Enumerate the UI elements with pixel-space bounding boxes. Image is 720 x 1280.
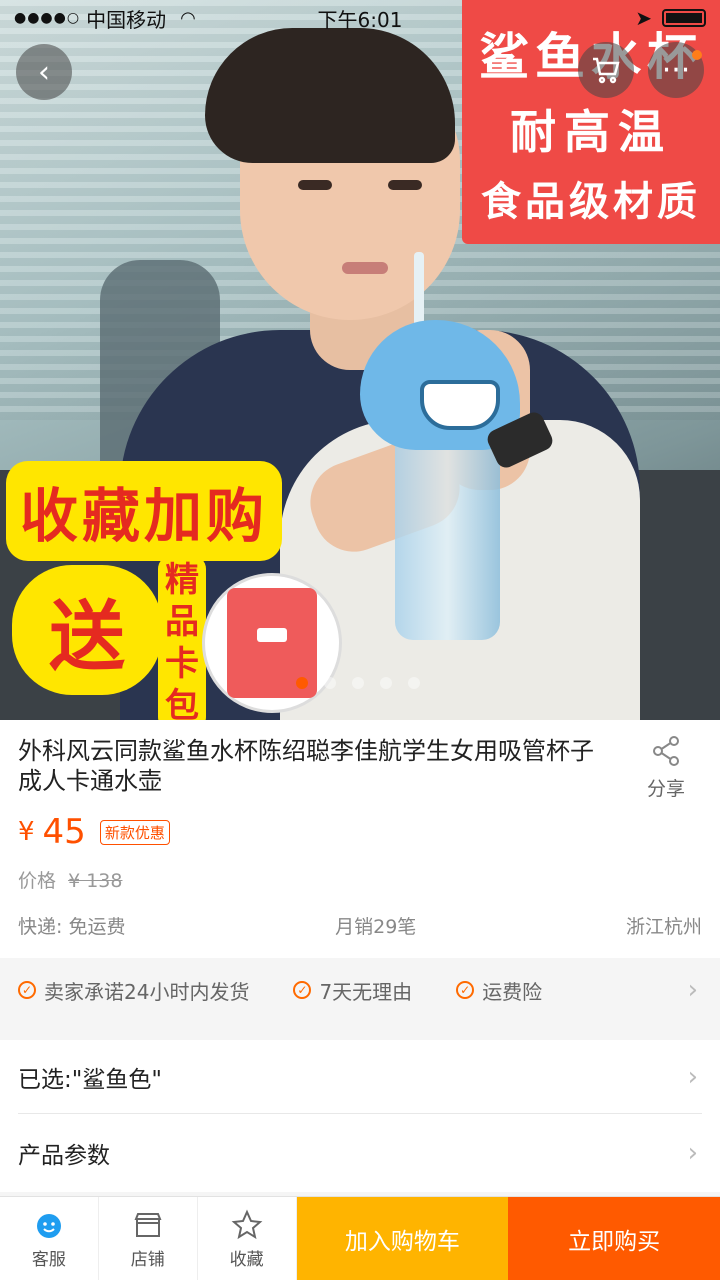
pager-dot xyxy=(296,677,308,689)
service-label: 7天无理由 xyxy=(319,979,413,1004)
service-label: 运费险 xyxy=(482,979,543,1004)
more-button[interactable]: ··· xyxy=(648,42,704,98)
promo-collect-text: 收藏加购 xyxy=(6,461,283,561)
more-dots-icon: ··· xyxy=(661,52,691,88)
hair xyxy=(205,28,455,163)
chevron-right-icon: › xyxy=(687,1061,698,1092)
wallet-image xyxy=(202,573,342,713)
shark-mouth xyxy=(420,380,500,430)
share-icon xyxy=(653,736,679,766)
promo-banner-top: 鲨鱼水杯 耐高温 食品级材质 xyxy=(462,0,720,244)
pager-dot xyxy=(408,677,420,689)
battery-icon xyxy=(662,9,706,27)
mouth xyxy=(342,262,388,274)
ship-location: 浙江杭州 xyxy=(625,916,702,938)
check-circle-icon: ✓ xyxy=(18,981,36,999)
service-guarantees[interactable]: ✓ 卖家承诺24小时内发货 ✓ 7天无理由 ✓ 运费险 › xyxy=(0,958,720,1022)
check-circle-icon: ✓ xyxy=(293,981,312,999)
back-button[interactable]: ‹ xyxy=(16,44,72,100)
star-icon xyxy=(231,1209,263,1239)
status-right: ➤ xyxy=(635,0,706,36)
service-item: ✓ 7天无理由 xyxy=(293,976,412,1005)
favorite-label: 收藏 xyxy=(229,1249,264,1270)
chevron-right-icon: › xyxy=(687,975,698,1005)
currency-symbol: ¥ xyxy=(18,817,35,847)
chevron-right-icon: › xyxy=(687,1138,698,1168)
eye xyxy=(298,180,332,190)
price: 45 xyxy=(42,812,86,852)
original-price-label: 价格 xyxy=(18,870,57,892)
shop-icon xyxy=(134,1212,162,1237)
product-title: 外科风云同款鲨鱼水杯陈绍聪李佳航学生女用吸管杯子成人卡通水壶 xyxy=(18,737,594,795)
service-label: 卖家承诺24小时内发货 xyxy=(44,979,250,1004)
selected-variant-row[interactable]: 已选:"鲨鱼色" › xyxy=(18,1040,702,1114)
price-row: ¥ 45 新款优惠 xyxy=(18,812,170,852)
shop-button[interactable]: 店铺 xyxy=(99,1197,198,1280)
promo-card-text: 精品卡包 xyxy=(158,555,206,720)
customer-service-icon xyxy=(36,1213,61,1238)
original-price-row: 价格 ¥ 138 xyxy=(18,866,122,893)
customer-service-button[interactable]: 客服 xyxy=(0,1197,99,1280)
eye xyxy=(388,180,422,190)
status-bar: ●●●●○ 中国移动 ◠ 下午6:01 ➤ xyxy=(0,0,720,36)
selected-variant: 已选:"鲨鱼色" xyxy=(18,1066,162,1093)
pager-dot xyxy=(352,677,364,689)
pager-dot xyxy=(324,677,336,689)
favorite-button[interactable]: 收藏 xyxy=(198,1197,297,1280)
product-params-label: 产品参数 xyxy=(18,1143,110,1169)
product-meta: 快递: 免运费 月销29笔 浙江杭州 xyxy=(18,912,702,939)
share-button[interactable]: 分享 xyxy=(636,734,696,801)
service-item: ✓ 运费险 xyxy=(456,976,542,1005)
signal-icon: ●●●●○ xyxy=(14,10,81,26)
location-arrow-icon: ➤ xyxy=(635,6,652,30)
cart-icon xyxy=(593,57,620,84)
shop-label: 店铺 xyxy=(130,1249,165,1270)
share-label: 分享 xyxy=(646,778,685,800)
service-item: ✓ 卖家承诺24小时内发货 xyxy=(18,976,249,1005)
product-params-row[interactable]: 产品参数 › xyxy=(18,1116,702,1190)
bottom-action-bar: 客服 店铺 收藏 加入购物车 立即购买 xyxy=(0,1196,720,1280)
image-pager xyxy=(296,677,420,689)
chevron-left-icon: ‹ xyxy=(38,54,50,90)
options-section: 已选:"鲨鱼色" › 产品参数 › xyxy=(0,1040,720,1192)
bottle xyxy=(395,420,500,640)
product-image[interactable]: 鲨鱼水杯 耐高温 食品级材质 收藏加购 送 精品卡包 xyxy=(0,0,720,720)
promo-line: 耐高温 xyxy=(510,104,672,159)
wifi-icon: ◠ xyxy=(180,7,196,29)
promo-line: 食品级材质 xyxy=(481,177,701,225)
monthly-sales: 月销29笔 xyxy=(335,916,417,938)
buy-now-button[interactable]: 立即购买 xyxy=(508,1197,720,1280)
original-price: ¥ 138 xyxy=(68,870,123,892)
pager-dot xyxy=(380,677,392,689)
promo-tag: 新款优惠 xyxy=(99,819,170,845)
cart-button[interactable] xyxy=(578,42,634,98)
promo-gift-text: 送 xyxy=(12,565,162,695)
product-info: 外科风云同款鲨鱼水杯陈绍聪李佳航学生女用吸管杯子成人卡通水壶 分享 ¥ 45 新… xyxy=(0,720,720,958)
add-to-cart-button[interactable]: 加入购物车 xyxy=(296,1197,509,1280)
notification-dot xyxy=(692,50,702,60)
check-circle-icon: ✓ xyxy=(456,981,475,999)
shipping-info: 快递: 免运费 xyxy=(18,916,126,938)
customer-service-label: 客服 xyxy=(31,1249,66,1270)
carrier-name: 中国移动 xyxy=(86,7,167,32)
